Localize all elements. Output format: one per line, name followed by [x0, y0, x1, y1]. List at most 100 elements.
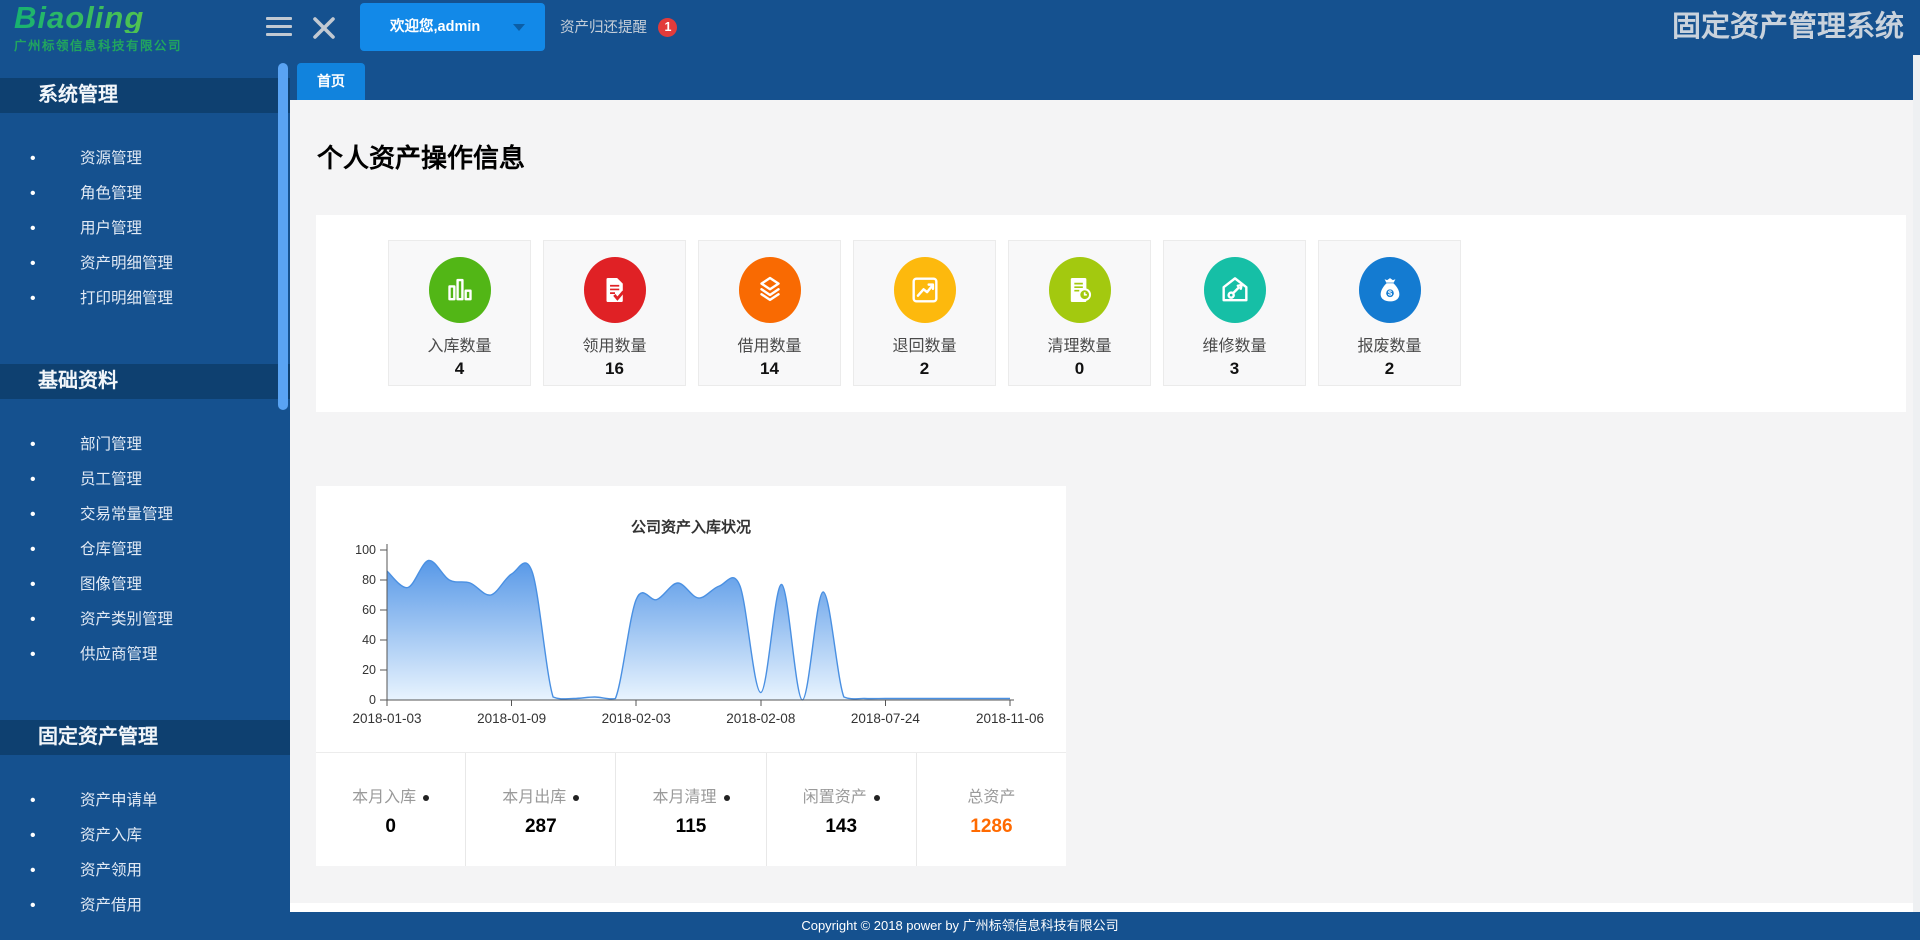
stat-card: $报废数量2 — [1318, 240, 1461, 386]
layers-icon — [739, 257, 801, 323]
stat-card-value: 16 — [544, 359, 685, 379]
company-logo[interactable]: Biaoling 广州标领信息科技有限公司 — [14, 3, 254, 54]
sidebar-item[interactable]: •员工管理 — [0, 462, 290, 497]
svg-text:2018-02-03: 2018-02-03 — [602, 711, 671, 726]
bullet-icon: • — [30, 141, 80, 176]
inbound-assets-area-chart: 0204060801002018-01-032018-01-092018-02-… — [316, 536, 1066, 742]
stat-card-value: 14 — [699, 359, 840, 379]
summary-stat: 闲置资产143 — [767, 753, 917, 866]
menu-toggle-icon[interactable] — [266, 17, 292, 38]
sidebar-item[interactable]: •资产申请单 — [0, 783, 290, 818]
stat-card-label: 借用数量 — [699, 332, 840, 356]
stat-cards-panel: 入库数量4 领用数量16 借用数量14 退回数量2 清理数量0 维修数量3 $报… — [316, 215, 1906, 412]
dot-icon — [573, 795, 579, 801]
bar-chart-icon — [429, 257, 491, 323]
sidebar-item[interactable]: •部门管理 — [0, 427, 290, 462]
sidebar-scrollbar-thumb[interactable] — [278, 63, 288, 410]
svg-text:2018-11-06: 2018-11-06 — [976, 711, 1044, 726]
bullet-icon: • — [30, 602, 80, 637]
return-reminder[interactable]: 资产归还提醒 1 — [560, 0, 677, 55]
sidebar-item[interactable]: •交易常量管理 — [0, 497, 290, 532]
content-bottom-strip — [290, 903, 1913, 912]
sidebar-item[interactable]: •资源管理 — [0, 141, 290, 176]
sidebar-item[interactable]: •角色管理 — [0, 176, 290, 211]
svg-text:2018-07-24: 2018-07-24 — [851, 711, 921, 726]
tab-home[interactable]: 首页 — [297, 63, 365, 100]
app-header: Biaoling 广州标领信息科技有限公司 欢迎您,admin 资产归还提醒 1… — [0, 0, 1920, 55]
sidebar-item-label: 仓库管理 — [80, 541, 142, 558]
sidebar-item-label: 员工管理 — [80, 471, 142, 488]
sidebar-item[interactable]: •仓库管理 — [0, 532, 290, 567]
bullet-icon: • — [30, 783, 80, 818]
notification-badge: 1 — [658, 18, 677, 37]
sidebar-item[interactable]: •资产领用 — [0, 853, 290, 888]
svg-text:2018-01-09: 2018-01-09 — [477, 711, 546, 726]
sidebar-section-2[interactable]: 固定资产管理 — [0, 720, 290, 755]
summary-stat: 本月入库0 — [316, 753, 466, 866]
sidebar-item[interactable]: •打印明细管理 — [0, 281, 290, 316]
summary-stat-value: 287 — [466, 816, 615, 838]
sidebar-item-label: 交易常量管理 — [80, 506, 173, 523]
home-wrench-icon — [1204, 257, 1266, 323]
page-scrollbar-track[interactable] — [1913, 55, 1920, 912]
bullet-icon: • — [30, 532, 80, 567]
close-icon[interactable] — [312, 16, 336, 40]
logo-text: Biaoling — [14, 3, 254, 33]
sidebar-item-label: 资源管理 — [80, 150, 142, 167]
sidebar-item[interactable]: •资产明细管理 — [0, 246, 290, 281]
app-title: 固定资产管理系统 — [1672, 0, 1904, 55]
sidebar-item-label: 用户管理 — [80, 220, 142, 237]
bullet-icon: • — [30, 567, 80, 602]
dot-icon — [724, 795, 730, 801]
sidebar-item-label: 部门管理 — [80, 436, 142, 453]
summary-stat-value: 0 — [316, 816, 465, 838]
money-bag-icon: $ — [1359, 257, 1421, 323]
sidebar: 系统管理•资源管理•角色管理•用户管理•资产明细管理•打印明细管理基础资料•部门… — [0, 55, 290, 940]
stat-card-value: 3 — [1164, 359, 1305, 379]
chevron-down-icon — [513, 24, 525, 31]
user-dropdown[interactable]: 欢迎您,admin — [360, 3, 545, 51]
sidebar-item[interactable]: •供应商管理 — [0, 637, 290, 672]
stat-card-value: 4 — [389, 359, 530, 379]
sidebar-item[interactable]: •资产类别管理 — [0, 602, 290, 637]
sidebar-item-label: 打印明细管理 — [80, 290, 173, 307]
sidebar-item-label: 资产明细管理 — [80, 255, 173, 272]
tab-bar: 首页 — [290, 55, 1913, 100]
page-title: 个人资产操作信息 — [317, 138, 525, 175]
sidebar-item[interactable]: •图像管理 — [0, 567, 290, 602]
main-content: 个人资产操作信息 入库数量4 领用数量16 借用数量14 退回数量2 清理数量0… — [290, 100, 1913, 903]
sidebar-item[interactable]: •资产入库 — [0, 818, 290, 853]
bullet-icon: • — [30, 853, 80, 888]
sidebar-section-0[interactable]: 系统管理 — [0, 78, 290, 113]
stat-card-label: 报废数量 — [1319, 332, 1460, 356]
svg-text:0: 0 — [369, 693, 376, 707]
sidebar-item[interactable]: •用户管理 — [0, 211, 290, 246]
dot-icon — [874, 795, 880, 801]
chart-panel: 公司资产入库状况 0204060801002018-01-032018-01-0… — [316, 486, 1066, 866]
bullet-icon: • — [30, 176, 80, 211]
summary-stat-value: 143 — [767, 816, 916, 838]
summary-stats-row: 本月入库0本月出库287本月清理115闲置资产143总资产1286 — [316, 752, 1066, 866]
sidebar-item-label: 资产类别管理 — [80, 611, 173, 628]
sidebar-section-1[interactable]: 基础资料 — [0, 364, 290, 399]
return-reminder-label: 资产归还提醒 — [560, 20, 647, 36]
stat-cards-row: 入库数量4 领用数量16 借用数量14 退回数量2 清理数量0 维修数量3 $报… — [388, 240, 1461, 386]
summary-stat-label: 总资产 — [917, 783, 1066, 807]
stat-card: 借用数量 14 — [698, 240, 841, 386]
bullet-icon: • — [30, 818, 80, 853]
bullet-icon: • — [30, 281, 80, 316]
stat-card-label: 入库数量 — [389, 332, 530, 356]
stat-card: 领用数量16 — [543, 240, 686, 386]
stat-card-value: 2 — [854, 359, 995, 379]
sidebar-menu-1: •部门管理•员工管理•交易常量管理•仓库管理•图像管理•资产类别管理•供应商管理 — [0, 399, 290, 690]
bullet-icon: • — [30, 637, 80, 672]
svg-text:2018-02-08: 2018-02-08 — [726, 711, 795, 726]
stat-card: 维修数量3 — [1163, 240, 1306, 386]
summary-stat: 本月出库287 — [466, 753, 616, 866]
bullet-icon: • — [30, 211, 80, 246]
bullet-icon: • — [30, 497, 80, 532]
logo-subtitle: 广州标领信息科技有限公司 — [14, 35, 254, 54]
document-clock-icon — [1049, 257, 1111, 323]
summary-stat: 本月清理115 — [616, 753, 766, 866]
document-check-icon — [584, 257, 646, 323]
